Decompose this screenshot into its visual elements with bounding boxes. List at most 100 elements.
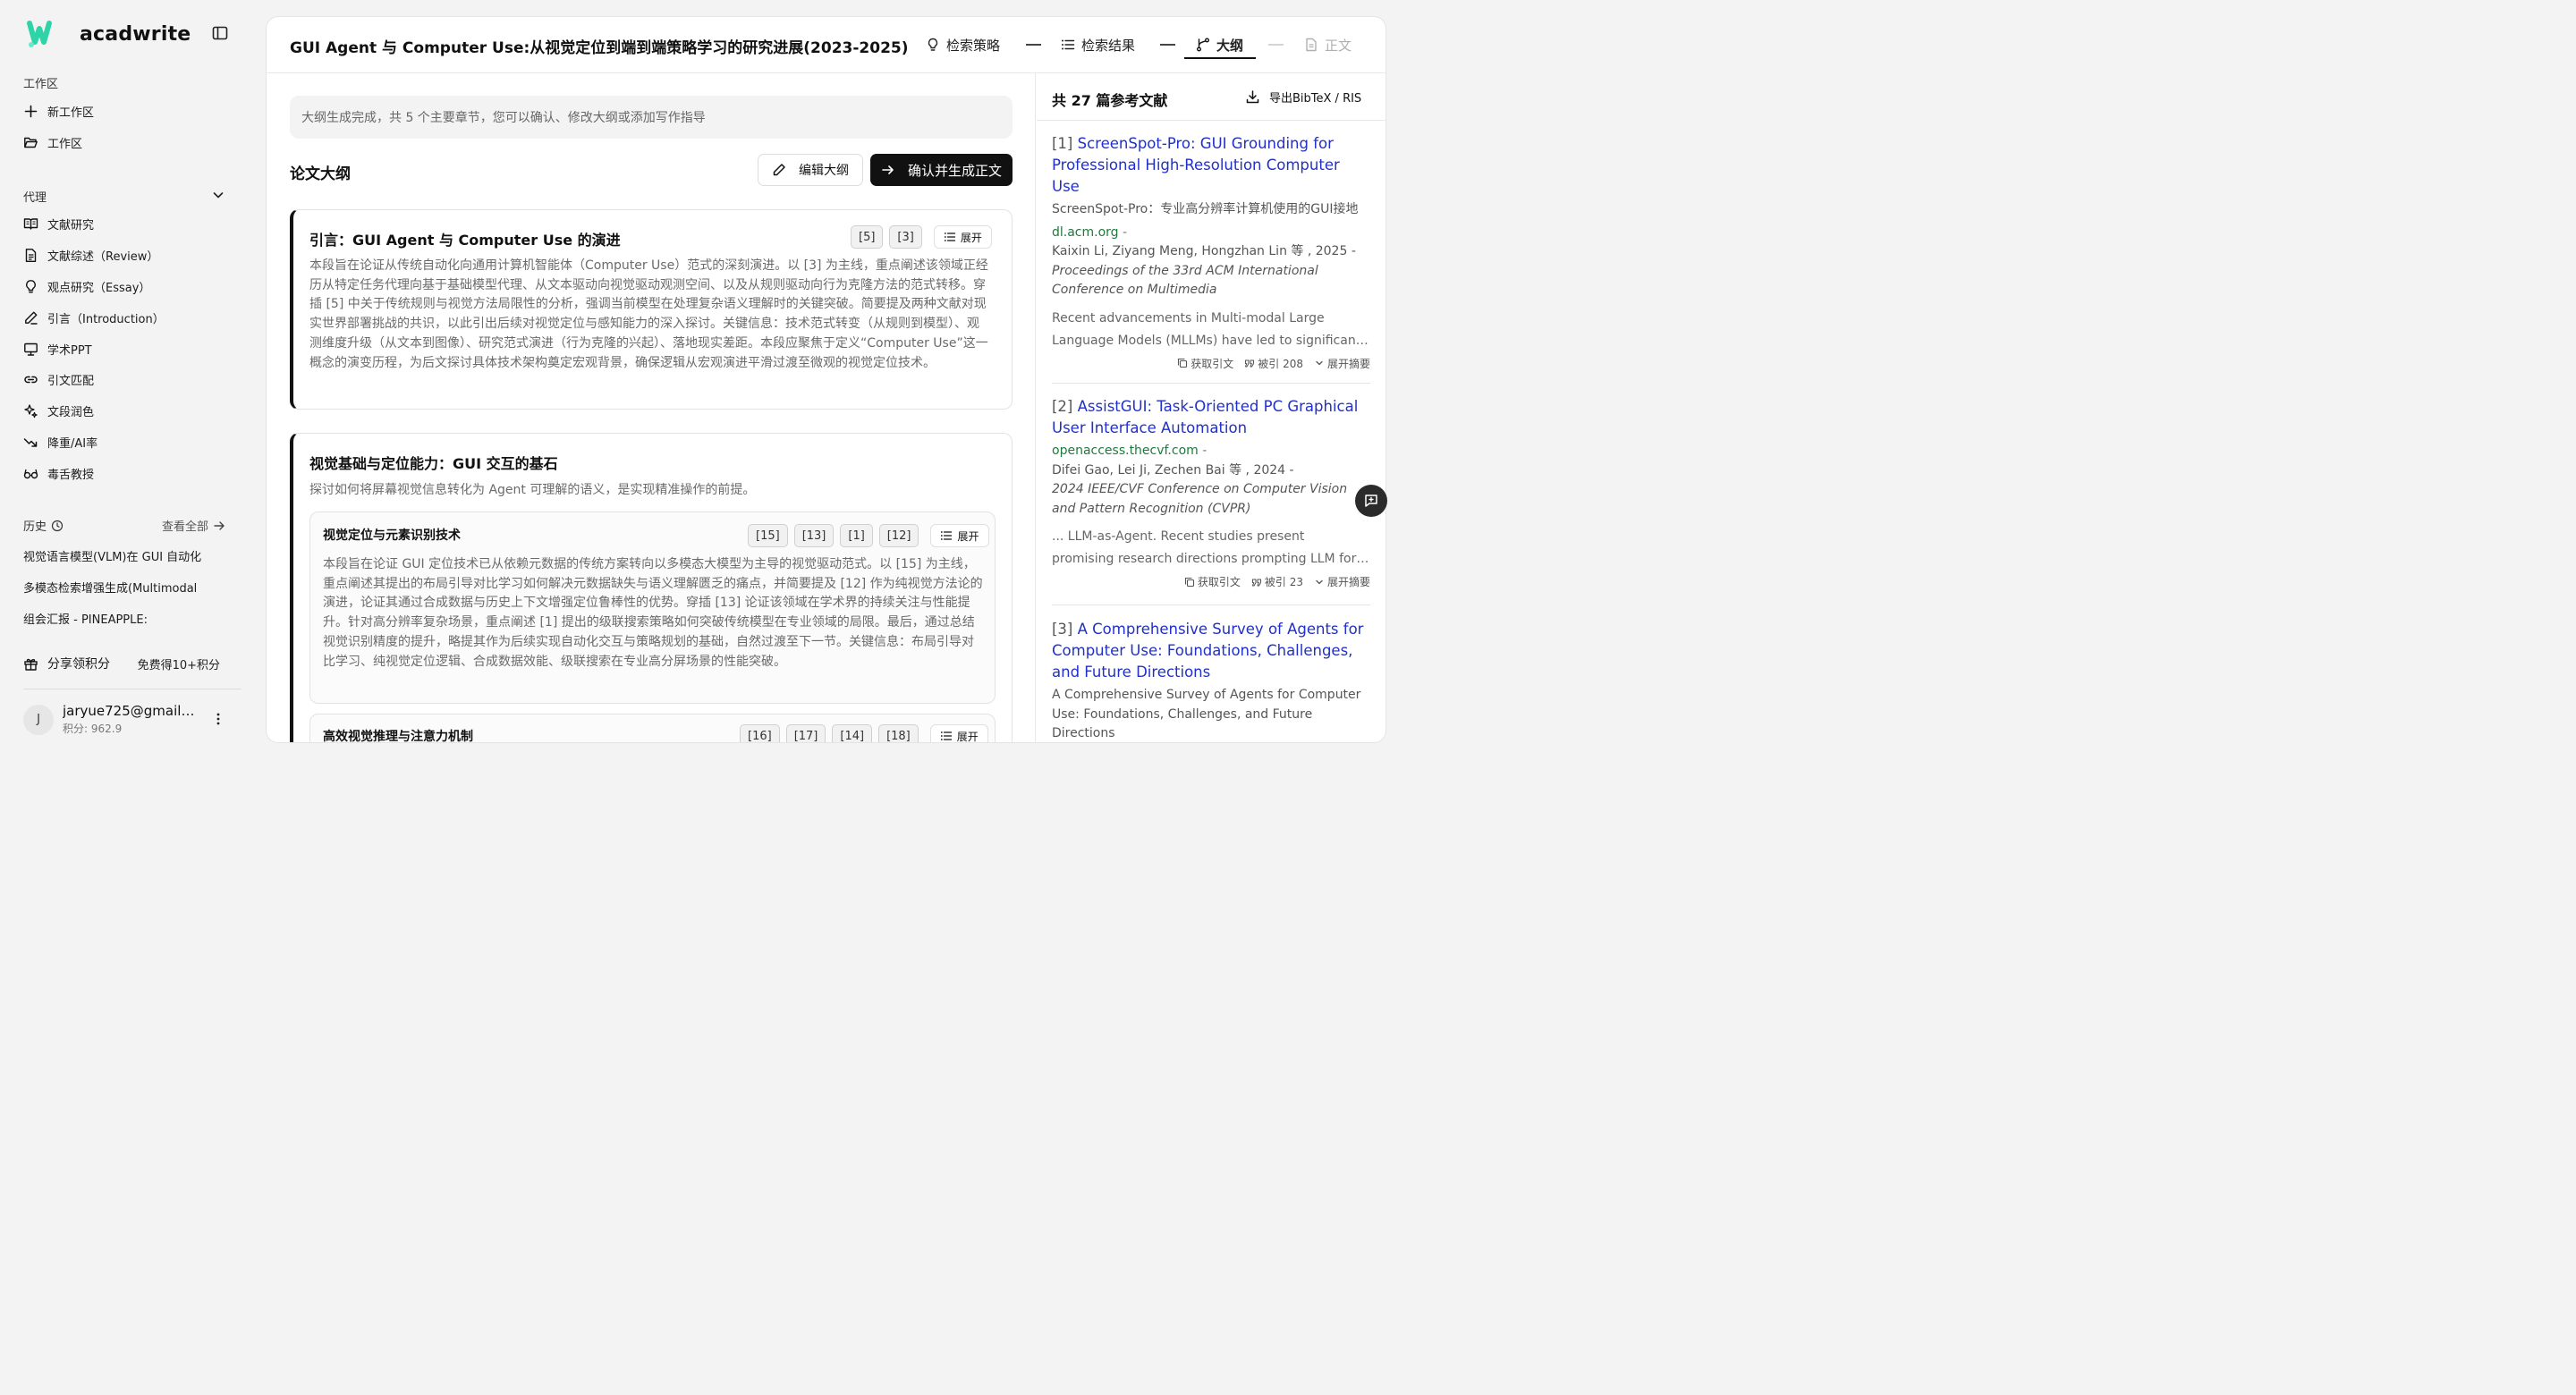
outline-section-card: 视觉基础与定位能力：GUI 交互的基石 探讨如何将屏幕视觉信息转化为 Agent…: [290, 433, 1013, 743]
history-item[interactable]: 视觉语言模型(VLM)在 GUI 自动化: [23, 547, 229, 564]
reference-divider: [1052, 604, 1370, 605]
outline-section-card: 引言：GUI Agent 与 Computer Use 的演进 [5] [3] …: [290, 209, 1013, 410]
step-label: 正文: [1325, 37, 1352, 54]
sidebar-item-literature-review[interactable]: 文献综述（Review）: [23, 244, 229, 266]
ref-chip[interactable]: [14]: [832, 724, 873, 742]
ref-chip[interactable]: [3]: [889, 225, 922, 249]
chevron-down-icon[interactable]: [211, 188, 225, 202]
step-connector: [1160, 44, 1175, 46]
subsection-title: 高效视觉推理与注意力机制: [323, 730, 473, 743]
expand-button[interactable]: 展开: [933, 225, 992, 249]
pencil-icon: [773, 164, 785, 176]
reference-authors: Kaixin Li, Ziyang Meng, Hongzhan Lin 等 ,…: [1052, 244, 1356, 258]
reference-item: [2] AssistGUI: Task-Oriented PC Graphica…: [1052, 396, 1370, 589]
sidebar-item-essay[interactable]: 观点研究（Essay）: [23, 275, 229, 297]
sparkles-icon: [24, 403, 38, 418]
share-reward: 免费得10+积分: [137, 658, 220, 672]
trend-down-icon: [23, 437, 38, 447]
step-search-results[interactable]: 检索结果: [1061, 35, 1135, 55]
expand-button[interactable]: 展开: [930, 524, 989, 547]
user-profile[interactable]: J jaryue725@gmail.com 积分: 962.9: [23, 703, 229, 736]
reference-authors: Difei Gao, Lei Ji, Zechen Bai 等 , 2024 -: [1052, 462, 1294, 478]
edit-outline-button[interactable]: 编辑大纲: [758, 154, 863, 186]
book-open-icon: [23, 217, 38, 230]
sidebar-item-critic-professor[interactable]: 毒舌教授: [23, 462, 229, 484]
subsection-refs: [15] [13] [1] [12] 展开: [748, 524, 989, 547]
section-body: 本段旨在论证从传统自动化向通用计算机智能体（Computer Use）范式的深刻…: [309, 258, 988, 370]
workspace-button[interactable]: 工作区: [23, 131, 229, 153]
sidebar-item-reduce-ai-rate[interactable]: 降重/AI率: [23, 431, 229, 452]
sidebar-item-label: 文献综述（Review）: [47, 249, 159, 264]
document-icon: [1306, 38, 1317, 52]
acadwrite-logo-icon: [27, 21, 52, 47]
step-connector: [1026, 44, 1041, 46]
citation-count: 被引 23: [1251, 574, 1303, 589]
sidebar-item-introduction[interactable]: 引言（Introduction）: [23, 307, 229, 328]
glasses-icon: [23, 469, 38, 478]
sidebar: acadwrite 工作区 新工作区 工作区 代理 文献研究 文献综述（Revi…: [0, 0, 250, 759]
view-all-link[interactable]: 查看全部: [162, 517, 225, 534]
expand-label: 展开: [956, 730, 979, 743]
expand-abstract-button[interactable]: 展开摘要: [1314, 356, 1370, 371]
step-label: 检索策略: [946, 37, 1001, 54]
ref-chip[interactable]: [5]: [851, 225, 884, 249]
reference-source[interactable]: dl.acm.org -: [1052, 224, 1370, 243]
clock-icon: [51, 520, 64, 531]
ref-chip[interactable]: [17]: [785, 724, 826, 742]
history-item[interactable]: 多模态检索增强生成(Multimodal: [23, 579, 229, 596]
expand-abstract-button[interactable]: 展开摘要: [1314, 574, 1370, 589]
reference-item: [1] ScreenSpot-Pro: GUI Grounding for Pr…: [1052, 133, 1370, 371]
references-panel: 共 27 篇参考文献 导出BibTeX / RIS [1] ScreenSpot…: [1037, 73, 1385, 742]
reference-actions: 获取引文 被引 208 展开摘要: [1052, 356, 1370, 371]
lightbulb-icon: [928, 38, 938, 51]
get-citation-button[interactable]: 获取引文: [1184, 574, 1241, 589]
arrow-right-icon: [882, 165, 894, 174]
avatar: J: [23, 704, 54, 735]
share-rewards-button[interactable]: 分享领积分 免费得10+积分: [23, 655, 220, 672]
ref-chip[interactable]: [1]: [840, 524, 873, 547]
expand-label: 展开: [957, 529, 979, 543]
sidebar-item-literature-research[interactable]: 文献研究: [23, 213, 229, 234]
reference-source[interactable]: openaccess.thecvf.com -: [1052, 442, 1370, 461]
subsection-body: 本段旨在论证 GUI 定位技术已从依赖元数据的传统方案转向以多模态大模型为主导的…: [323, 557, 983, 669]
subsection-title: 视觉定位与元素识别技术: [323, 528, 461, 543]
pen-icon: [25, 311, 38, 325]
outline-title: 论文大纲: [290, 165, 351, 183]
reference-title-link[interactable]: [3] A Comprehensive Survey of Agents for…: [1052, 619, 1370, 683]
share-label: 分享领积分: [47, 657, 110, 672]
reference-venue: Proceedings of the 33rd ACM Internationa…: [1052, 263, 1318, 298]
reference-subtitle: A Comprehensive Survey of Agents for Com…: [1052, 688, 1361, 740]
ref-chip[interactable]: [16]: [740, 724, 780, 742]
feedback-button[interactable]: [1355, 485, 1387, 517]
ref-chip[interactable]: [12]: [878, 524, 919, 547]
step-search-strategy[interactable]: 检索策略: [926, 35, 1000, 55]
brand[interactable]: acadwrite: [23, 18, 191, 50]
sidebar-item-academic-ppt[interactable]: 学术PPT: [23, 338, 229, 359]
step-outline[interactable]: 大纲: [1196, 35, 1243, 55]
arrow-right-icon: [214, 520, 225, 530]
sidebar-item-label: 引文匹配: [47, 374, 95, 388]
list-icon: [1062, 39, 1075, 50]
chevron-down-icon: [1316, 579, 1323, 584]
sidebar-item-polish[interactable]: 文段润色: [23, 400, 229, 421]
confirm-generate-label: 确认并生成正文: [907, 162, 1002, 179]
expand-button[interactable]: 展开: [929, 724, 988, 743]
reference-title-link[interactable]: [2] AssistGUI: Task-Oriented PC Graphica…: [1052, 396, 1370, 439]
ref-chip[interactable]: [13]: [793, 524, 835, 547]
history-item[interactable]: 组会汇报 - PINEAPPLE:: [23, 610, 229, 627]
sidebar-item-citation-match[interactable]: 引文匹配: [23, 368, 229, 390]
reference-title-link[interactable]: [1] ScreenSpot-Pro: GUI Grounding for Pr…: [1052, 133, 1370, 198]
new-workspace-button[interactable]: 新工作区: [23, 100, 229, 122]
sidebar-toggle-icon[interactable]: [211, 24, 229, 42]
section-refs: [5] [3] 展开: [851, 225, 992, 249]
more-vertical-icon[interactable]: [211, 712, 225, 726]
user-email: jaryue725@gmail.com: [63, 703, 199, 719]
confirm-generate-button[interactable]: 确认并生成正文: [870, 154, 1013, 186]
ref-chip[interactable]: [18]: [878, 724, 919, 742]
workspace-section-label: 工作区: [23, 78, 59, 91]
document-icon: [25, 248, 37, 262]
export-bibtex-button[interactable]: 导出BibTeX / RIS: [1245, 89, 1361, 106]
get-citation-button[interactable]: 获取引文: [1177, 356, 1233, 371]
history-label: 历史: [23, 520, 47, 534]
ref-chip[interactable]: [15]: [748, 524, 788, 547]
